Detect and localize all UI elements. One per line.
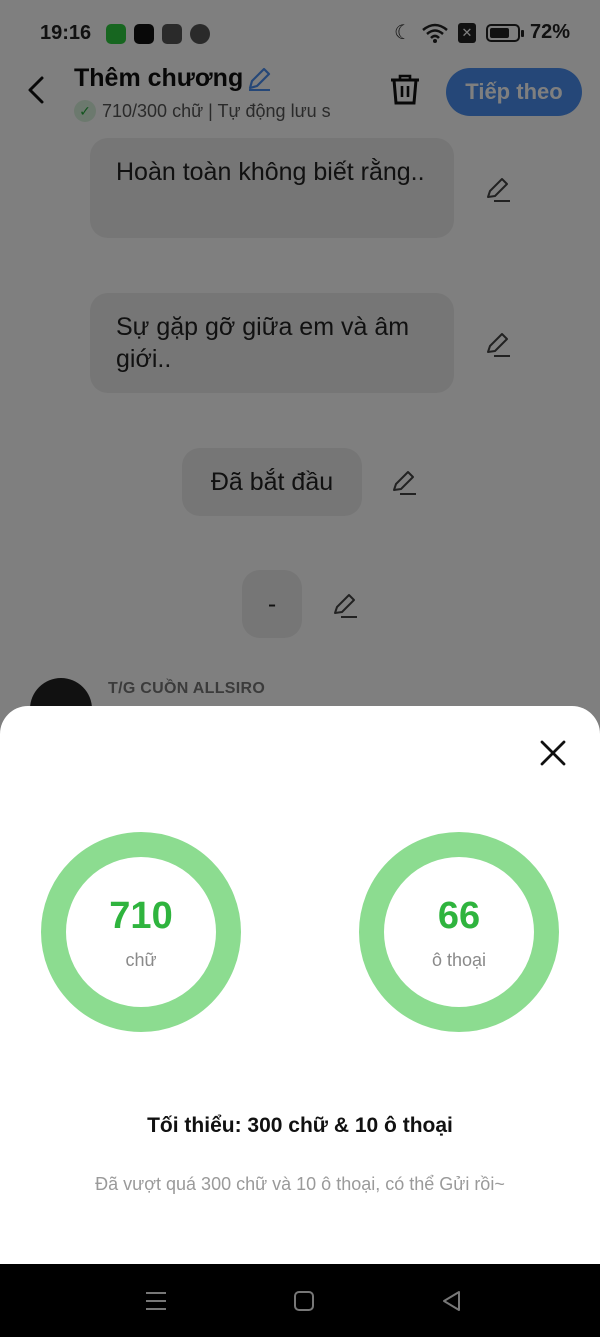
back-triangle-icon[interactable] (439, 1288, 465, 1314)
minimum-requirement: Tối thiểu: 300 chữ & 10 ô thoại (147, 1114, 453, 1137)
requirement-hint: Đã vượt quá 300 chữ và 10 ô thoại, có th… (95, 1174, 505, 1194)
word-count-unit: chữ (125, 949, 157, 970)
word-count-ring: 710 chữ (41, 832, 241, 1032)
menu-icon[interactable] (143, 1288, 169, 1314)
dialog-count-ring: 66 ô thoại (359, 832, 559, 1032)
system-nav-bar (0, 1264, 600, 1337)
close-icon[interactable] (538, 738, 568, 768)
word-count-sheet: 710 chữ 66 ô thoại Tối thiểu: 300 chữ & … (0, 706, 600, 1264)
home-icon[interactable] (291, 1288, 317, 1314)
word-count-value: 710 (109, 894, 173, 937)
dialog-count-unit: ô thoại (431, 949, 487, 970)
dialog-count-value: 66 (437, 894, 481, 937)
